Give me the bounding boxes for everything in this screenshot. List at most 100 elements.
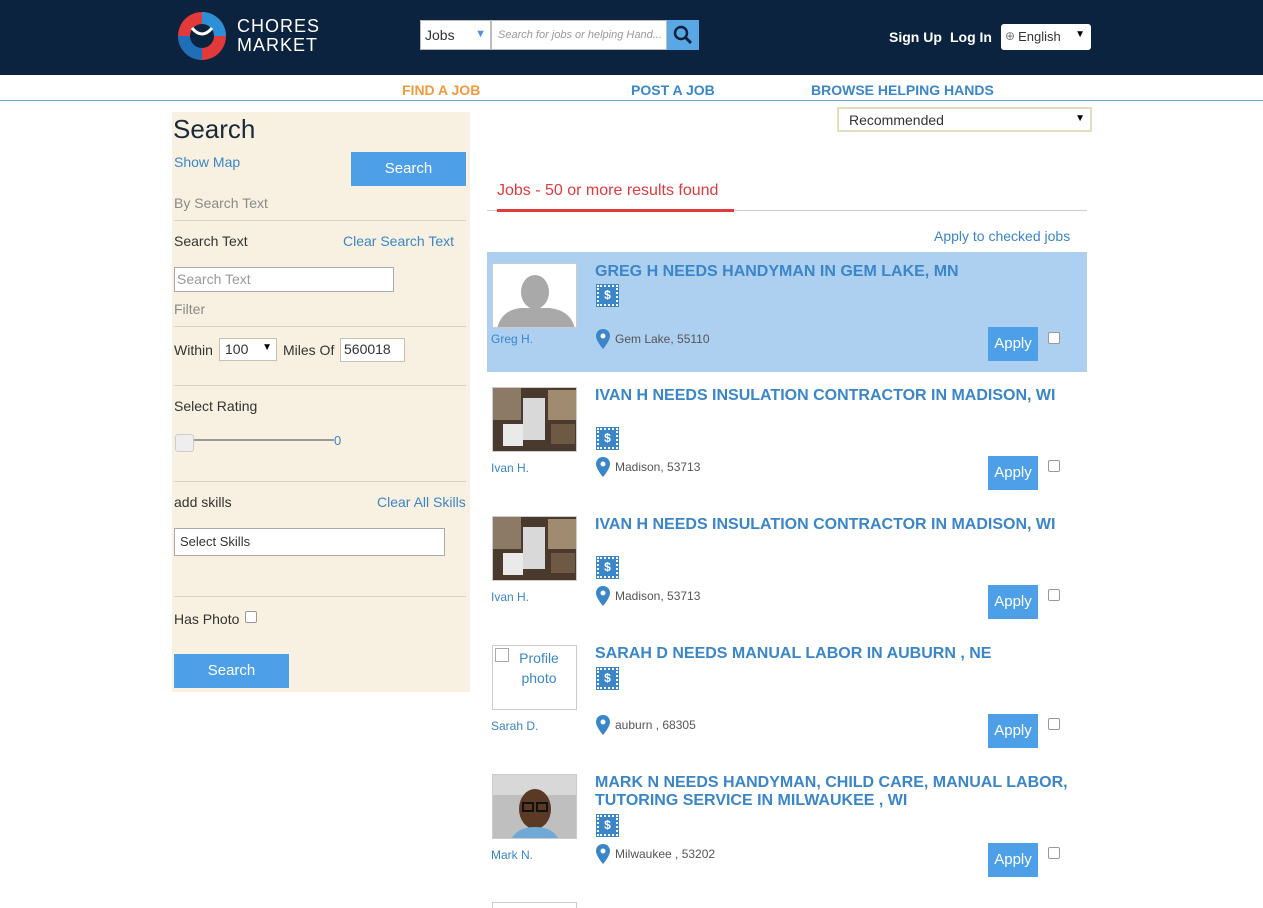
poster-name[interactable]: Mark N. — [491, 848, 533, 862]
search-text-input[interactable]: Search Text — [174, 267, 394, 292]
sidebar-search-button[interactable]: Search — [351, 152, 466, 186]
search-text-label: Search Text — [174, 233, 248, 249]
job-select-checkbox[interactable] — [1048, 847, 1060, 859]
apply-button[interactable]: Apply — [988, 456, 1038, 490]
job-card[interactable]: Greg H. GREG H NEEDS HANDYMAN IN GEM LAK… — [487, 252, 1087, 372]
broken-image-icon — [495, 648, 509, 662]
job-card[interactable]: Ivan H. IVAN H NEEDS INSULATION CONTRACT… — [487, 376, 1087, 496]
paid-job-icon: $ — [596, 667, 619, 690]
paid-job-icon: $ — [596, 556, 619, 579]
apply-button[interactable]: Apply — [988, 327, 1038, 361]
poster-name[interactable]: Sarah D. — [491, 719, 538, 733]
nav-browse-helping-hands[interactable]: BROWSE HELPING HANDS — [811, 82, 994, 98]
poster-name[interactable]: Ivan H. — [491, 590, 529, 604]
job-location: Gem Lake, 55110 — [615, 332, 710, 346]
job-select-checkbox[interactable] — [1048, 589, 1060, 601]
location-pin-icon — [596, 329, 610, 349]
nav-divider — [0, 100, 1263, 101]
poster-name[interactable]: Ivan H. — [491, 461, 529, 475]
within-label: Within — [174, 342, 213, 358]
search-placeholder: Search for jobs or helping Hand... — [498, 29, 662, 41]
nav-post-a-job[interactable]: POST A JOB — [631, 82, 715, 98]
globe-icon: ⊕ — [1005, 29, 1016, 43]
zip-code-input[interactable]: 560018 — [340, 338, 405, 362]
by-search-text-heading: By Search Text — [174, 195, 268, 211]
job-card[interactable]: Profile photo Sarah D. SARAH D NEEDS MAN… — [487, 634, 1087, 754]
job-select-checkbox[interactable] — [1048, 718, 1060, 730]
rating-value: 0 — [334, 433, 342, 448]
poster-photo[interactable] — [492, 516, 577, 581]
photo-thumbnail — [493, 517, 576, 580]
job-title[interactable]: SARAH D NEEDS MANUAL LABOR IN AUBURN , N… — [595, 645, 1075, 663]
job-card[interactable]: Mark N. MARK N NEEDS HANDYMAN, CHILD CAR… — [487, 763, 1087, 883]
photo-thumbnail — [493, 388, 576, 451]
within-value: 100 — [225, 341, 249, 357]
paid-job-icon: $ — [596, 427, 619, 450]
search-icon — [673, 25, 693, 45]
chevron-down-icon: ▼ — [262, 342, 272, 353]
job-select-checkbox[interactable] — [1048, 332, 1060, 344]
log-in-link[interactable]: Log In — [950, 29, 992, 45]
divider — [174, 481, 466, 482]
poster-photo[interactable] — [492, 774, 577, 839]
job-title[interactable]: GREG H NEEDS HANDYMAN IN GEM LAKE, MN — [595, 263, 1075, 281]
add-skills-label: add skills — [174, 494, 232, 510]
language-select[interactable]: ⊕ English ▼ — [1001, 24, 1091, 50]
chores-market-logo[interactable] — [176, 10, 228, 62]
paid-job-icon: $ — [596, 284, 619, 307]
job-title[interactable]: MARK N NEEDS HANDYMAN, CHILD CARE, MANUA… — [595, 774, 1075, 810]
sort-select[interactable]: Recommended ▼ — [837, 107, 1092, 132]
chevron-down-icon: ▼ — [1075, 29, 1085, 40]
photo-thumbnail — [493, 775, 576, 838]
filter-heading: Filter — [174, 301, 206, 317]
brand-line-2: MARKET — [237, 35, 319, 55]
paid-job-icon: $ — [596, 814, 619, 837]
sign-up-link[interactable]: Sign Up — [889, 29, 942, 45]
search-text-placeholder: Search Text — [177, 271, 251, 287]
job-location: Milwaukee , 53202 — [615, 847, 716, 861]
show-map-link[interactable]: Show Map — [174, 154, 240, 170]
location-pin-icon — [596, 844, 610, 864]
job-title[interactable]: IVAN H NEEDS INSULATION CONTRACTOR IN MA… — [595, 387, 1075, 405]
has-photo-label: Has Photo — [174, 611, 240, 627]
search-input[interactable]: Search for jobs or helping Hand... — [491, 20, 667, 50]
miles-of-label: Miles Of — [283, 342, 335, 358]
divider — [174, 596, 466, 597]
apply-button[interactable]: Apply — [988, 585, 1038, 619]
clear-search-text-link[interactable]: Clear Search Text — [343, 233, 454, 249]
has-photo-checkbox[interactable] — [245, 611, 257, 623]
search-button[interactable] — [667, 20, 699, 50]
apply-button[interactable]: Apply — [988, 714, 1038, 748]
brand-line-1: CHORES — [237, 16, 321, 36]
chevron-down-icon: ▼ — [1075, 113, 1085, 124]
divider — [174, 385, 466, 386]
category-select[interactable]: Jobs ▼ — [420, 20, 491, 50]
within-miles-select[interactable]: 100 ▼ — [219, 338, 277, 361]
job-location: Madison, 53713 — [615, 589, 701, 603]
results-tab[interactable]: Jobs - 50 or more results found — [497, 182, 718, 200]
brand-name: CHORES MARKET — [237, 17, 320, 55]
job-title[interactable]: IVAN H NEEDS INSULATION CONTRACTOR IN MA… — [595, 516, 1075, 534]
sidebar-search-button-bottom[interactable]: Search — [174, 654, 289, 688]
job-card[interactable]: Ivan H. IVAN H NEEDS INSULATION CONTRACT… — [487, 505, 1087, 625]
job-location: auburn , 68305 — [615, 718, 696, 732]
select-rating-label: Select Rating — [174, 398, 258, 414]
poster-photo[interactable] — [492, 263, 577, 328]
results-tab-underline — [497, 209, 734, 212]
sidebar-title: Search — [173, 114, 256, 144]
poster-photo[interactable]: Profile photo — [492, 645, 577, 710]
clear-all-skills-link[interactable]: Clear All Skills — [377, 494, 466, 510]
poster-photo[interactable] — [492, 387, 577, 452]
rating-slider-handle[interactable] — [175, 434, 194, 452]
nav-find-a-job[interactable]: FIND A JOB — [402, 82, 480, 98]
poster-name[interactable]: Greg H. — [491, 332, 533, 346]
job-select-checkbox[interactable] — [1048, 460, 1060, 472]
chevron-down-icon: ▼ — [475, 28, 486, 40]
rating-slider-track[interactable] — [186, 439, 334, 441]
location-pin-icon — [596, 457, 610, 477]
apply-button[interactable]: Apply — [988, 843, 1038, 877]
skills-select-input[interactable]: Select Skills — [174, 528, 445, 556]
apply-to-checked-jobs-link[interactable]: Apply to checked jobs — [934, 228, 1070, 244]
location-pin-icon — [596, 586, 610, 606]
default-avatar-icon — [493, 264, 576, 327]
